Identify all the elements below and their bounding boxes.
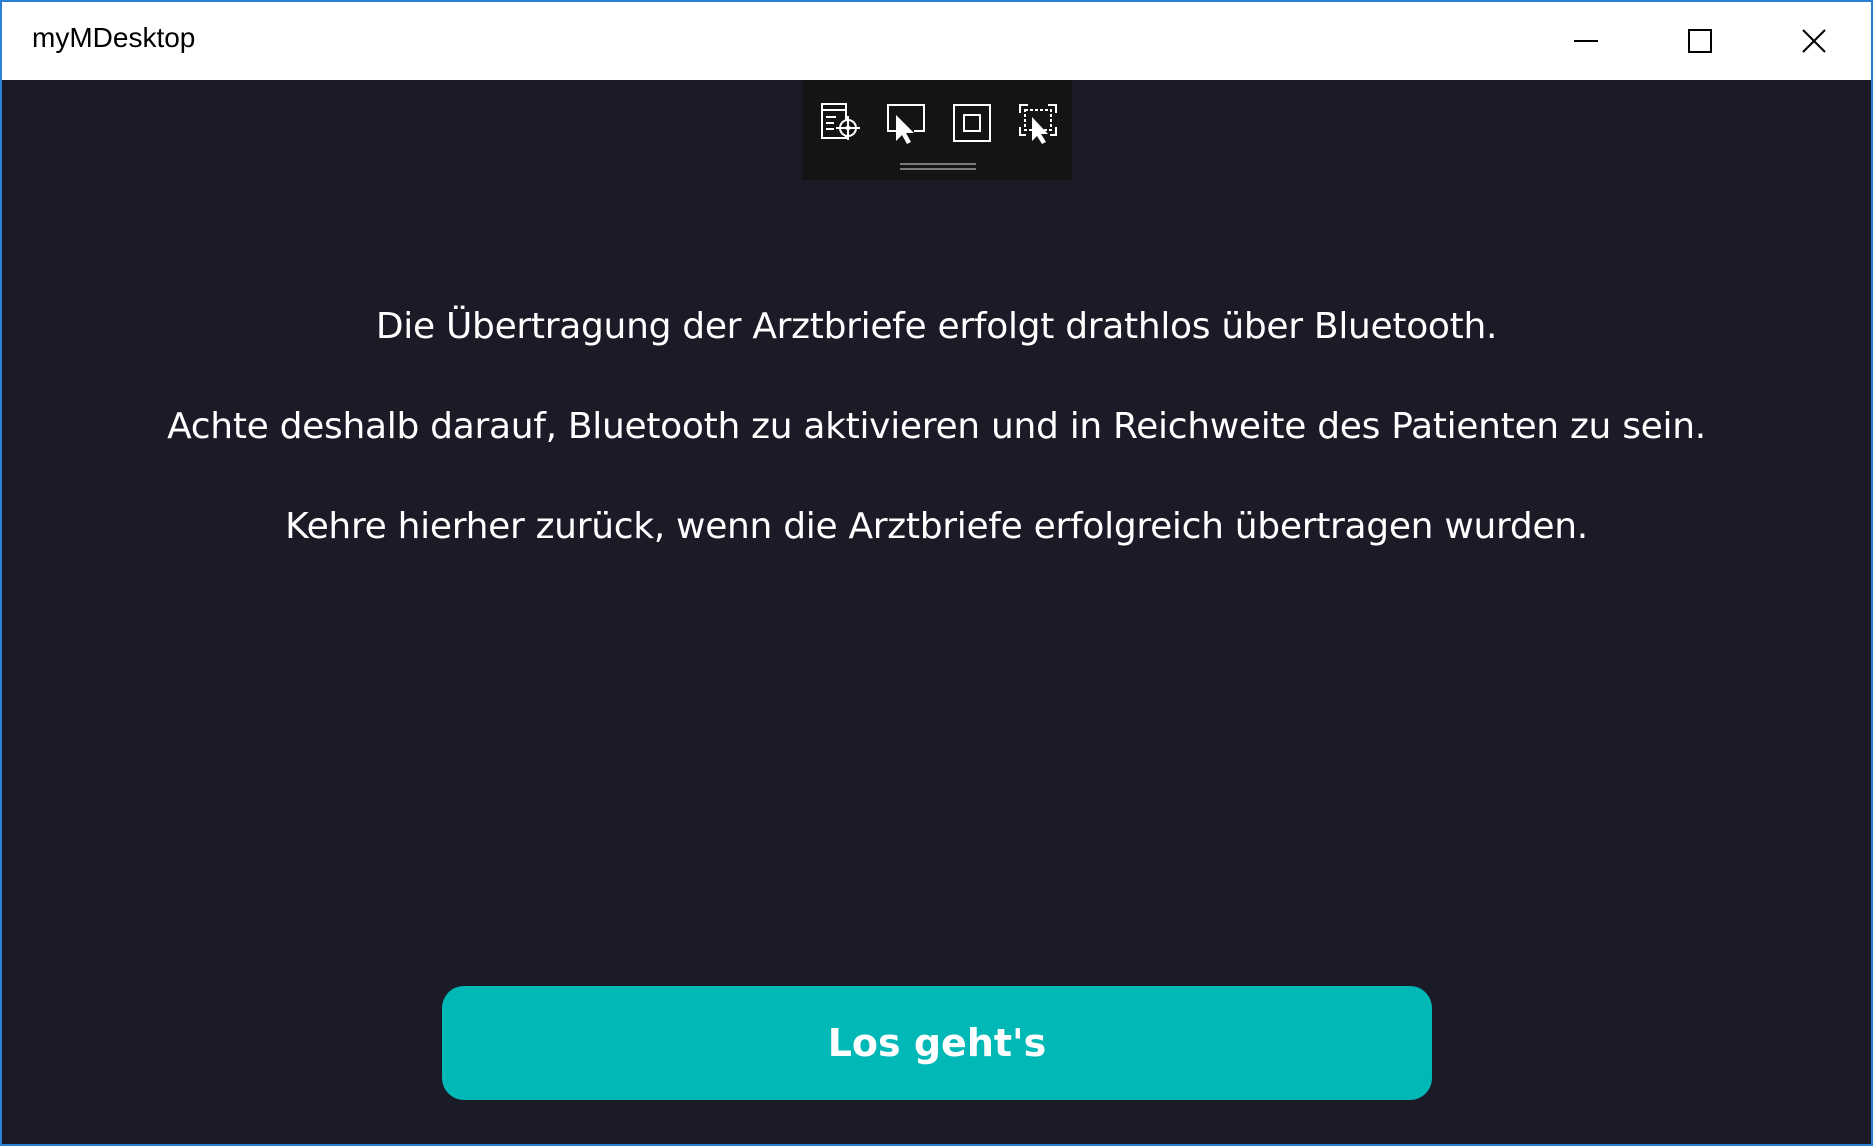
maximize-icon — [1688, 29, 1712, 53]
main-content: Die Übertragung der Arztbriefe erfolgt d… — [2, 80, 1871, 1144]
minimize-button[interactable] — [1529, 2, 1643, 80]
info-text-return: Kehre hierher zurück, wenn die Arztbrief… — [285, 506, 1588, 547]
live-visual-tree-button[interactable] — [818, 100, 864, 146]
start-button[interactable]: Los geht's — [442, 986, 1432, 1100]
maximize-button[interactable] — [1643, 2, 1757, 80]
select-element-button[interactable] — [883, 100, 929, 146]
app-window: myMDesktop Die Übertragung der Arztbrief… — [0, 0, 1873, 1146]
xaml-debug-toolbar[interactable] — [802, 80, 1072, 180]
app-title: myMDesktop — [32, 22, 196, 53]
track-focused-element-icon — [1019, 104, 1057, 144]
display-layout-adorners-button[interactable] — [949, 100, 995, 146]
close-icon — [1802, 29, 1826, 53]
info-text-bluetooth: Achte deshalb darauf, Bluetooth zu aktiv… — [167, 406, 1706, 447]
close-button[interactable] — [1757, 2, 1871, 80]
minimize-icon — [1574, 40, 1598, 42]
title-bar[interactable]: myMDesktop — [2, 2, 1871, 80]
live-visual-tree-icon — [821, 103, 860, 140]
track-focused-element-button[interactable] — [1015, 100, 1061, 146]
toolbar-grip[interactable] — [900, 163, 976, 170]
select-element-icon — [887, 104, 925, 144]
display-layout-adorners-icon — [953, 104, 991, 142]
info-text-transfer: Die Übertragung der Arztbriefe erfolgt d… — [375, 306, 1498, 347]
